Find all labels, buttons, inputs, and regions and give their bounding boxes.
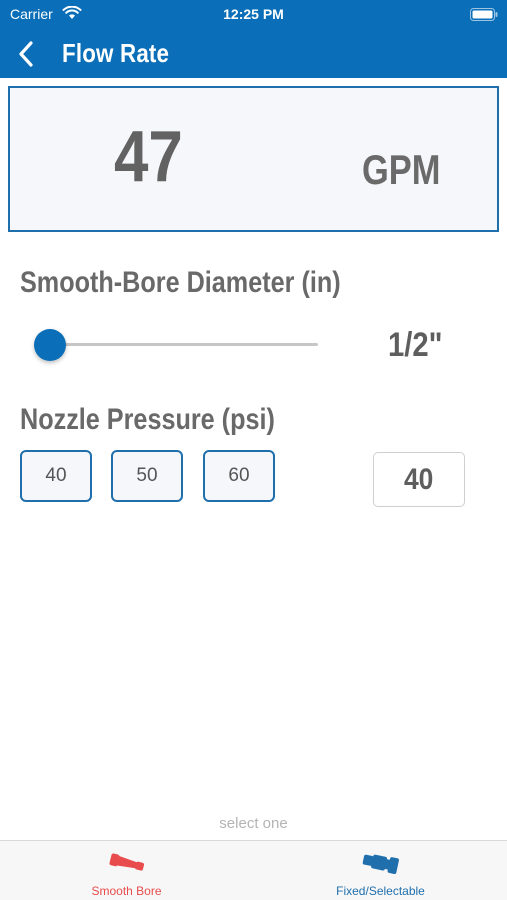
flow-rate-result: 47 GPM — [8, 86, 499, 232]
pressure-input-value: 40 — [404, 462, 434, 496]
pressure-50-button[interactable]: 50 — [111, 450, 183, 502]
pressure-input[interactable]: 40 — [373, 452, 465, 507]
back-button[interactable] — [10, 36, 42, 72]
pressure-40-button[interactable]: 40 — [20, 450, 92, 502]
pressure-60-button[interactable]: 60 — [203, 450, 275, 502]
flow-rate-value: 47 — [114, 117, 183, 197]
slider-track — [50, 343, 318, 346]
tab-smooth-bore-label: Smooth Bore — [91, 884, 162, 898]
fixed-nozzle-icon — [362, 854, 399, 874]
diameter-slider[interactable] — [34, 329, 318, 361]
status-bar: Carrier 12:25 PM — [0, 0, 507, 30]
tab-fixed-selectable[interactable]: Fixed/Selectable — [254, 841, 507, 900]
page-title: Flow Rate — [62, 38, 170, 68]
tab-smooth-bore[interactable]: Smooth Bore — [0, 841, 253, 900]
slider-thumb[interactable] — [34, 329, 66, 361]
tab-bar: Smooth Bore Fixed/Selectable — [0, 840, 507, 900]
smooth-bore-nozzle-icon — [108, 853, 144, 871]
battery-icon — [470, 8, 498, 21]
select-hint: select one — [219, 815, 288, 832]
pressure-label: Nozzle Pressure (psi) — [20, 403, 275, 436]
diameter-value: 1/2" — [388, 326, 443, 364]
navigation-bar: Flow Rate — [0, 30, 507, 78]
chevron-left-icon — [19, 41, 33, 67]
status-time: 12:25 PM — [223, 6, 284, 22]
flow-rate-unit: GPM — [362, 146, 441, 193]
tab-fixed-selectable-label: Fixed/Selectable — [336, 884, 425, 898]
diameter-label: Smooth-Bore Diameter (in) — [20, 266, 341, 299]
